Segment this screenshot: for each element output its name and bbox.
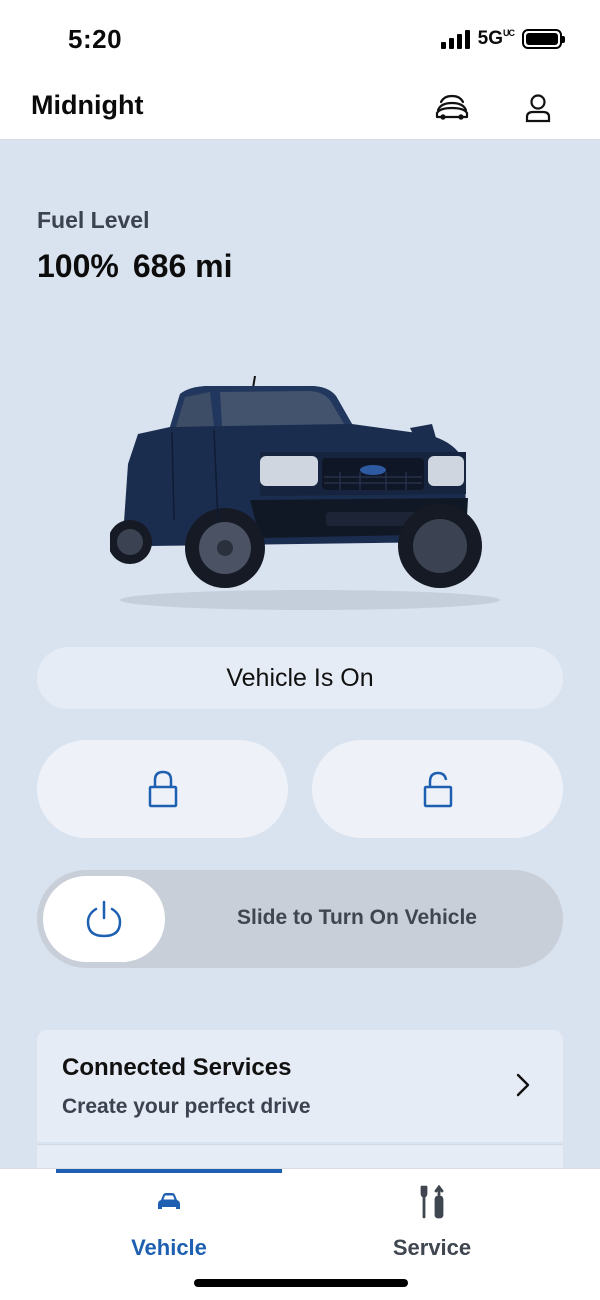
connected-services-subtitle: Create your perfect drive: [62, 1095, 311, 1118]
status-indicators: 5GUC: [440, 28, 565, 50]
fuel-percent: 100%: [37, 248, 119, 284]
lock-button[interactable]: [37, 740, 288, 838]
battery-full-icon: [522, 29, 565, 49]
user-account-icon[interactable]: [518, 90, 558, 126]
vehicle-status-pill: Vehicle Is On: [37, 647, 563, 709]
power-icon: [86, 900, 122, 938]
garage-cars-icon[interactable]: [432, 90, 472, 126]
vehicle-dashboard: Fuel Level 100% 686 mi Vehicle Is On Sli…: [0, 140, 600, 1168]
home-indicator[interactable]: [194, 1279, 408, 1287]
tab-service-label: Service: [392, 1235, 472, 1260]
next-card-peek: [37, 1144, 563, 1168]
fuel-level-values: 100% 686 mi: [37, 248, 232, 285]
signal-strength-icon: [440, 29, 470, 49]
chevron-right-icon: [516, 1073, 530, 1097]
tab-service[interactable]: Service: [302, 1183, 562, 1263]
tab-vehicle[interactable]: Vehicle: [39, 1183, 299, 1263]
slider-label: Slide to Turn On Vehicle: [237, 906, 477, 929]
tools-icon: [419, 1183, 445, 1221]
remote-start-slider[interactable]: Slide to Turn On Vehicle: [37, 870, 563, 968]
network-label: 5G: [477, 28, 503, 49]
car-icon: [157, 1183, 181, 1221]
app-header: Midnight: [0, 78, 600, 140]
unlock-button[interactable]: [312, 740, 563, 838]
active-tab-indicator: [56, 1169, 282, 1173]
status-time: 5:20: [68, 24, 123, 54]
connected-services-card[interactable]: Connected Services Create your perfect d…: [37, 1030, 563, 1142]
network-type: 5GUC: [477, 28, 515, 50]
pickup-truck-image: [108, 372, 510, 612]
tab-vehicle-label: Vehicle: [131, 1235, 207, 1260]
network-superscript: UC: [503, 28, 515, 38]
fuel-level-label: Fuel Level: [37, 207, 150, 233]
lock-open-icon: [423, 771, 452, 808]
status-bar: 5:20 5GUC: [0, 0, 600, 78]
vehicle-name-title: Midnight: [31, 90, 144, 120]
connected-services-title: Connected Services: [62, 1054, 292, 1081]
lock-closed-icon: [148, 770, 177, 808]
slider-handle[interactable]: [43, 876, 165, 962]
fuel-range: 686 mi: [132, 248, 233, 284]
